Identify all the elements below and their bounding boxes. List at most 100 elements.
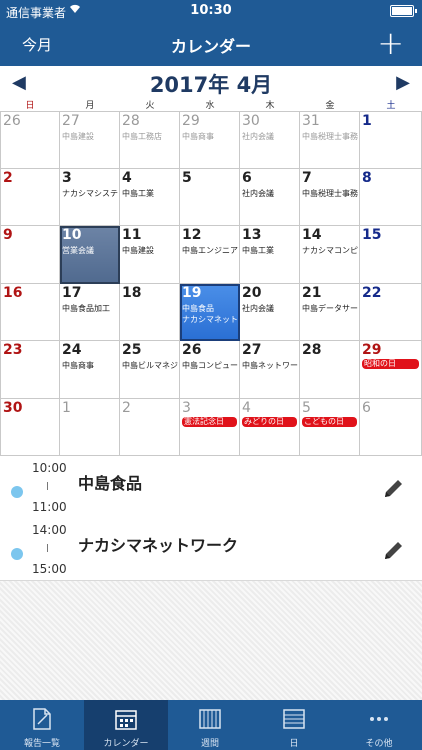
tab-week[interactable]: 週間	[168, 700, 252, 750]
calendar-day-cell[interactable]: 2	[0, 168, 60, 226]
calendar-day-cell[interactable]: 28 中島工務店	[120, 111, 180, 169]
calendar-day-cell[interactable]: 18	[120, 283, 180, 341]
calendar-day-cell[interactable]: 27 中島ネットワー	[240, 341, 300, 399]
day-number: 1	[362, 113, 372, 129]
day-number: 19	[182, 284, 202, 301]
calendar-day-cell[interactable]: 4 中島工業	[120, 168, 180, 226]
calendar-day-cell[interactable]: 6	[360, 398, 422, 456]
report-icon	[0, 706, 84, 732]
calendar-day-cell[interactable]: 24 中島商事	[60, 341, 120, 399]
calendar-day-cell[interactable]: 28	[300, 341, 360, 399]
calendar-day-cell[interactable]: 12 中島エンジニア	[180, 226, 240, 284]
calendar-day-cell[interactable]: 6 社内会議	[240, 168, 300, 226]
event-row[interactable]: 10:00 11:00 中島食品	[0, 456, 422, 519]
day-number: 24	[62, 342, 82, 358]
calendar-day-cell[interactable]: 16	[0, 283, 60, 341]
day-number: 26	[3, 113, 21, 129]
day-number: 9	[3, 227, 13, 243]
calendar-day-cell[interactable]: 30	[0, 398, 60, 456]
tab-more[interactable]: その他	[336, 700, 422, 750]
holiday-badge: こどもの日	[302, 416, 357, 427]
calendar-day-cell[interactable]: 2	[120, 398, 180, 456]
calendar-day-cell[interactable]: 9	[0, 226, 60, 284]
tab-calendar[interactable]: カレンダー	[84, 700, 168, 750]
event-title: 中島食品	[78, 474, 143, 493]
calendar-day-cell[interactable]: 29 昭和の日	[360, 341, 422, 399]
day-number: 3	[62, 169, 72, 186]
event-title: ナカシマネットワーク	[78, 536, 239, 555]
calendar-day-cell[interactable]: 27 中島建設	[60, 111, 120, 169]
day-number: 23	[3, 342, 23, 358]
day-event-label: 中島税理士事務	[302, 188, 358, 198]
event-row[interactable]: 14:00 15:00 ナカシマネットワーク	[0, 518, 422, 581]
day-number: 29	[362, 342, 382, 358]
day-number: 2	[3, 169, 13, 186]
calendar-day-cell[interactable]: 23	[0, 341, 60, 399]
calendar-day-cell[interactable]: 26	[0, 111, 60, 169]
day-event-label: 中島工業	[242, 246, 274, 255]
weekday-label: 月	[85, 101, 95, 111]
time-separator	[47, 544, 48, 552]
month-bar: ◀ 2017年 4月 ▶	[0, 66, 422, 98]
calendar-day-cell[interactable]: 30 社内会議	[240, 111, 300, 169]
day-event-label: ナカシマシステ	[62, 188, 118, 198]
event-start-time: 10:00	[32, 461, 67, 475]
event-dot-icon	[11, 548, 23, 560]
day-number: 31	[302, 113, 320, 129]
calendar-day-cell[interactable]: 11 中島建設	[120, 226, 180, 284]
next-month-button[interactable]: ▶	[396, 72, 410, 93]
calendar-day-cell[interactable]: 17 中島食品加工	[60, 283, 120, 341]
calendar-day-cell[interactable]: 3 憲法記念日	[180, 398, 240, 456]
calendar-day-cell[interactable]: 3 ナカシマシステ	[60, 168, 120, 226]
calendar-day-cell[interactable]: 21 中島データサー	[300, 283, 360, 341]
day-number: 5	[302, 399, 311, 416]
calendar-day-cell[interactable]: 8	[360, 168, 422, 226]
calendar-day-cell[interactable]: 7 中島税理士事務	[300, 168, 360, 226]
calendar-day-cell[interactable]: 5	[180, 168, 240, 226]
calendar-day-cell[interactable]: 5 こどもの日	[300, 398, 360, 456]
day-number: 7	[302, 169, 312, 186]
day-number: 28	[122, 113, 140, 129]
calendar-day-cell[interactable]: 22	[360, 283, 422, 341]
calendar-day-cell[interactable]: 29 中島商事	[180, 111, 240, 169]
calendar-day-cell[interactable]: 1	[60, 398, 120, 456]
day-number: 16	[3, 284, 23, 301]
calendar-day-cell[interactable]: 25 中島ビルマネジ	[120, 341, 180, 399]
day-number: 12	[182, 227, 202, 243]
day-event-label: 中島食品加工	[62, 303, 110, 313]
day-event-label: 中島工業	[122, 188, 154, 198]
calendar-day-cell[interactable]: 10 営業会議	[60, 226, 120, 284]
add-button[interactable]: +	[377, 25, 404, 61]
tab-report[interactable]: 報告一覧	[0, 700, 84, 750]
edit-pencil-icon[interactable]	[382, 476, 406, 506]
event-list: 10:00 11:00 中島食品 14:00 15:00 ナカシマネットワーク	[0, 456, 422, 700]
calendar-grid: 26 27 中島建設 28 中島工務店 29 中島商事 30 社内会議 31 中島税理士事務 1 2 3 ナ…	[0, 111, 422, 456]
calendar-day-cell[interactable]: 31 中島税理士事務	[300, 111, 360, 169]
day-number: 27	[62, 113, 80, 129]
day-event-label: 中島データサー	[302, 303, 358, 313]
status-time: 10:30	[190, 3, 232, 18]
day-number: 6	[362, 399, 371, 416]
tab-label: その他	[365, 739, 393, 749]
tab-label: 報告一覧	[23, 739, 60, 749]
day-number: 15	[362, 227, 382, 243]
edit-pencil-icon[interactable]	[382, 538, 406, 568]
calendar-day-cell[interactable]: 14 ナカシマコンピ	[300, 226, 360, 284]
day-event-label: 中島工務店	[122, 132, 162, 141]
tab-day[interactable]: 日	[252, 700, 336, 750]
calendar-day-cell[interactable]: 20 社内会議	[240, 283, 300, 341]
calendar-day-cell[interactable]: 13 中島工業	[240, 226, 300, 284]
calendar-day-cell[interactable]: 19 中島食品 ナカシマネット	[180, 283, 240, 341]
status-bar: 通信事業者 10:30	[0, 0, 422, 22]
event-start-time: 14:00	[32, 523, 67, 537]
calendar-day-cell[interactable]: 15	[360, 226, 422, 284]
holiday-badge: みどりの日	[242, 416, 297, 427]
calendar-day-cell[interactable]: 4 みどりの日	[240, 398, 300, 456]
day-number: 20	[242, 284, 262, 301]
calendar-day-cell[interactable]: 26 中島コンピュー	[180, 341, 240, 399]
more-icon	[336, 706, 422, 732]
event-end-time: 15:00	[32, 562, 67, 576]
calendar-day-cell[interactable]: 1	[360, 111, 422, 169]
day-event-label: 営業会議	[62, 246, 94, 255]
weekday-label: 火	[145, 101, 155, 111]
